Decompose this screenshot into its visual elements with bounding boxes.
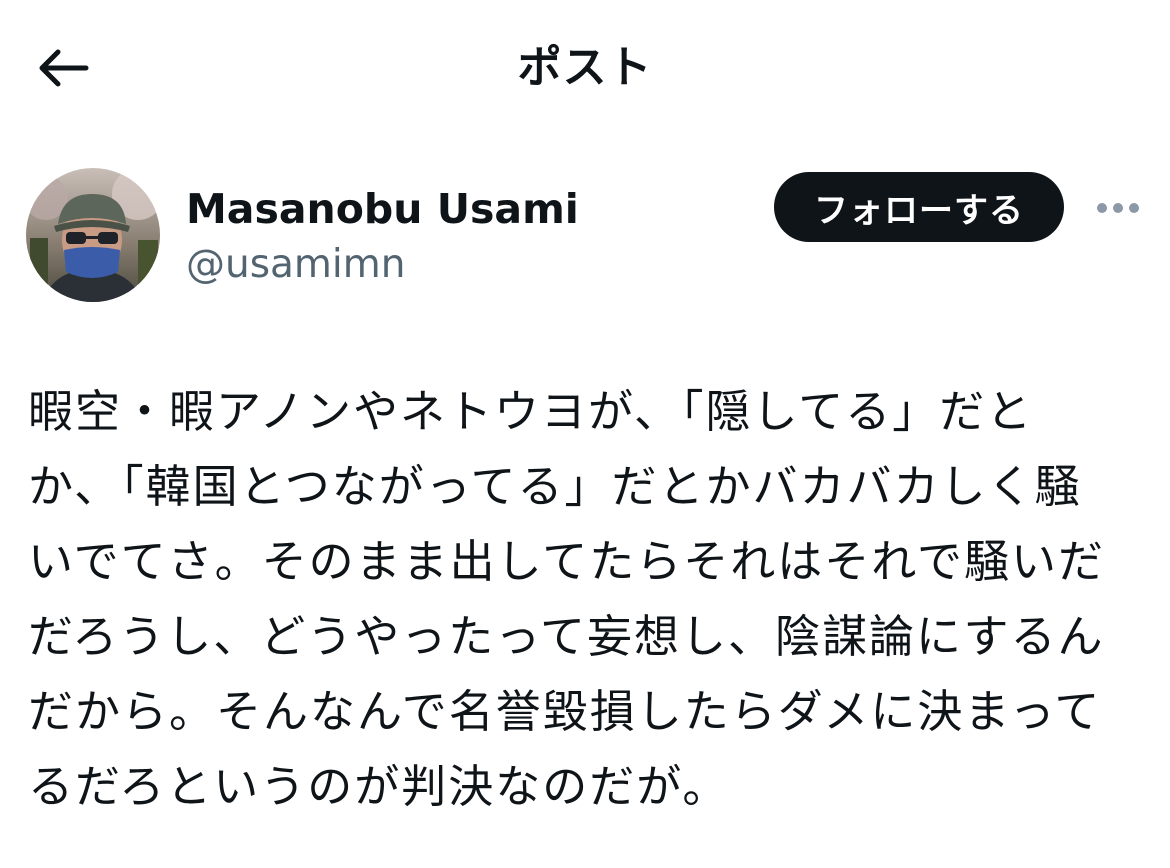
more-horizontal-icon	[1097, 203, 1139, 213]
post-line: るだろというのが判決なのだが。	[28, 760, 730, 813]
follow-button[interactable]: フォローする	[774, 172, 1064, 242]
post-line: だから。そんなんで名誉毀損したらダメに決まって	[28, 685, 1102, 738]
post-line: だろうし、どうやったって妄想し、陰謀論にするん	[28, 610, 1105, 663]
avatar-photo	[26, 168, 160, 302]
user-name[interactable]: Masanobu Usami	[186, 182, 579, 236]
page-title: ポスト	[517, 42, 653, 93]
user-handle[interactable]: @usamimn	[186, 238, 405, 292]
top-bar: ポスト	[0, 0, 1170, 136]
post-line: か、「韓国とつながってる」だとかバカバカしく騒	[28, 460, 1082, 513]
post-line: 暇空・暇アノンやネトウヨが、「隠してる」だと	[28, 385, 1034, 438]
more-button[interactable]	[1090, 188, 1146, 228]
avatar[interactable]	[26, 168, 160, 302]
post-line: いでてさ。そのまま出してたらそれはそれで騒いだ	[28, 535, 1105, 588]
post-text: 暇空・暇アノンやネトウヨが、「隠してる」だと か、「韓国とつながってる」だとかバ…	[28, 374, 1132, 824]
